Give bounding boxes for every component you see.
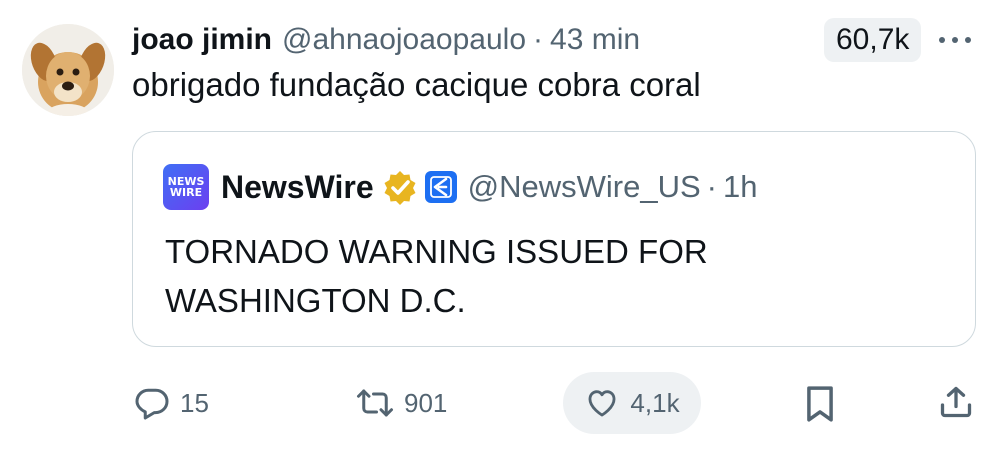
logo-text-bottom: WIRE	[169, 186, 203, 199]
timestamp[interactable]: 43 min	[550, 23, 640, 57]
repost-button[interactable]: 901	[356, 385, 447, 421]
like-count: 4,1k	[630, 387, 680, 418]
user-handle[interactable]: @ahnaojoaopaulo	[282, 23, 526, 57]
quoted-tweet-text: TORNADO WARNING ISSUED FOR WASHINGTON D.…	[165, 233, 708, 319]
avatar[interactable]	[22, 24, 114, 116]
reply-count: 15	[180, 387, 209, 418]
more-button[interactable]	[935, 22, 975, 58]
verified-badge-icon[interactable]	[382, 169, 418, 205]
repost-count: 901	[404, 387, 448, 418]
quoted-timestamp[interactable]: 1h	[723, 169, 757, 205]
views-badge: 60,7k	[824, 18, 922, 62]
dog-avatar-image	[22, 24, 114, 116]
newswire-logo[interactable]: NEWS WIRE	[163, 164, 209, 210]
display-name[interactable]: joao jimin	[132, 23, 272, 57]
repost-icon	[357, 389, 393, 417]
bookmark-button[interactable]	[804, 385, 836, 423]
action-bar: 15 901 4,1k	[0, 372, 1000, 436]
share-button[interactable]	[938, 383, 974, 421]
quoted-separator-dot: ·	[706, 169, 717, 204]
quoted-tweet-header: NEWS WIRE NewsWire @NewsWire_US · 1h	[163, 164, 757, 210]
quoted-display-name[interactable]: NewsWire	[221, 169, 374, 206]
more-icon	[939, 37, 971, 43]
bookmark-icon	[807, 386, 833, 422]
quoted-tweet[interactable]: NEWS WIRE NewsWire @NewsWire_US · 1h TOR…	[132, 131, 976, 347]
tweet-header: joao jimin @ahnaojoaopaulo · 43 min	[132, 20, 640, 60]
share-icon	[940, 386, 972, 418]
reply-icon	[135, 388, 169, 420]
views-count: 60,7k	[836, 23, 910, 56]
quoted-handle[interactable]: @NewsWire_US	[468, 169, 701, 205]
separator-dot: ·	[533, 23, 544, 56]
affiliate-badge-icon[interactable]	[424, 170, 458, 204]
tweet-text: obrigado fundação cacique cobra coral	[132, 66, 701, 103]
like-button[interactable]: 4,1k	[563, 372, 701, 434]
reply-button[interactable]: 15	[134, 385, 209, 421]
like-icon	[588, 390, 616, 417]
